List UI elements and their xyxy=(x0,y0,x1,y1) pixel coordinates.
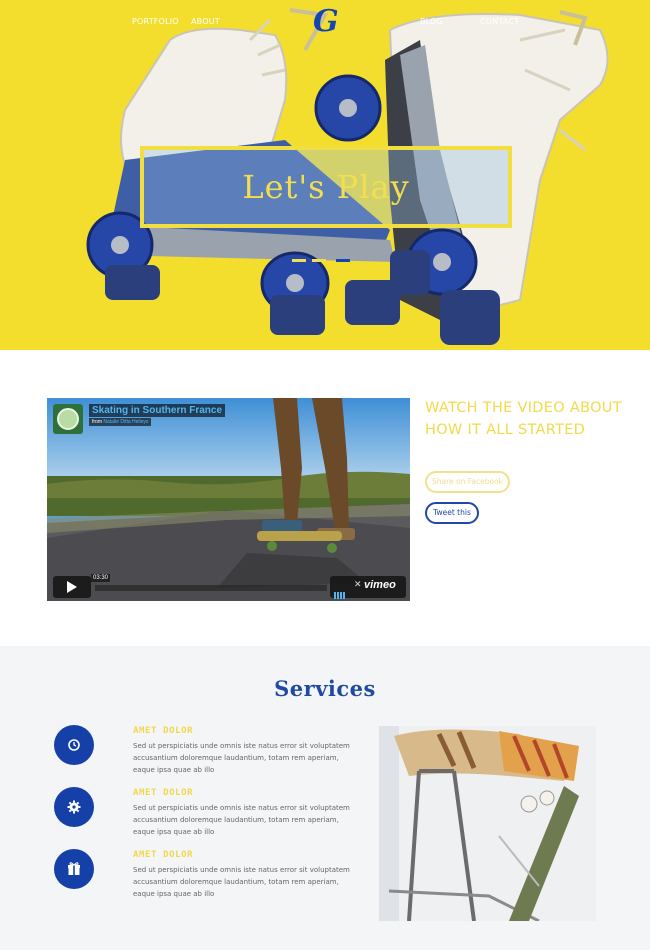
watch-video-heading: WATCH THE VIDEO ABOUT HOW IT ALL STARTED xyxy=(425,400,622,438)
hero-section: PORTFOLIO ABOUT G BLOG CONTACT Let's Pla… xyxy=(0,0,650,350)
tweet-button[interactable]: Tweet this xyxy=(425,502,479,524)
channel-avatar[interactable] xyxy=(53,404,83,434)
service-heading: AMET DOLOR xyxy=(133,788,194,798)
byline-prefix: from xyxy=(92,419,102,425)
video-timecode: 03:30 xyxy=(91,574,111,582)
slider-dot[interactable] xyxy=(312,259,326,262)
video-byline: from Natalie Ditta Heileys xyxy=(89,418,152,426)
nav-contact-link[interactable]: CONTACT xyxy=(480,17,519,26)
gear-icon xyxy=(54,787,94,827)
service-description: Sed ut perspiciatis unde omnis iste natu… xyxy=(133,804,350,837)
play-icon xyxy=(67,581,77,593)
video-player[interactable]: Skating in Southern France from Natalie … xyxy=(47,398,410,601)
service-heading: AMET DOLOR xyxy=(133,726,194,736)
nav-about-link[interactable]: ABOUT xyxy=(191,17,220,26)
video-section: Skating in Southern France from Natalie … xyxy=(0,350,650,646)
share-facebook-button[interactable]: Share on Facebook xyxy=(425,471,510,493)
clock-icon xyxy=(54,725,94,765)
slider-dot[interactable] xyxy=(292,259,306,262)
site-logo[interactable]: G xyxy=(313,4,339,39)
hero-headline-frame: Let's Play xyxy=(140,146,512,228)
slider-dot[interactable] xyxy=(336,259,350,262)
play-button[interactable] xyxy=(53,576,91,598)
video-thumbnail xyxy=(47,398,410,601)
video-title[interactable]: Skating in Southern France xyxy=(89,404,226,417)
service-heading: AMET DOLOR xyxy=(133,850,194,860)
services-title: Services xyxy=(274,676,376,701)
video-controls: 03:30 ✕ vimeo xyxy=(47,574,410,601)
service-description: Sed ut perspiciatis unde omnis iste natu… xyxy=(133,866,350,899)
nav-blog-link[interactable]: BLOG xyxy=(420,17,443,26)
skates-on-stand-photo xyxy=(379,726,596,921)
hero-headline: Let's Play xyxy=(242,168,410,206)
vimeo-logo[interactable]: vimeo xyxy=(364,579,396,591)
smiley-icon xyxy=(57,408,79,430)
services-section: Services AMET DOLOR Sed ut perspiciatis … xyxy=(0,646,650,950)
gift-icon xyxy=(54,849,94,889)
byline-author-link[interactable]: Natalie Ditta Heileys xyxy=(103,419,148,425)
services-photo xyxy=(379,726,596,921)
video-progress-bar[interactable] xyxy=(95,585,327,591)
video-right-controls: ✕ vimeo xyxy=(330,576,406,601)
nav-portfolio-link[interactable]: PORTFOLIO xyxy=(132,17,179,26)
fullscreen-icon[interactable]: ✕ xyxy=(354,580,362,590)
service-description: Sed ut perspiciatis unde omnis iste natu… xyxy=(133,742,350,775)
volume-icon[interactable] xyxy=(334,584,346,601)
top-nav: PORTFOLIO ABOUT G BLOG CONTACT xyxy=(0,0,650,40)
